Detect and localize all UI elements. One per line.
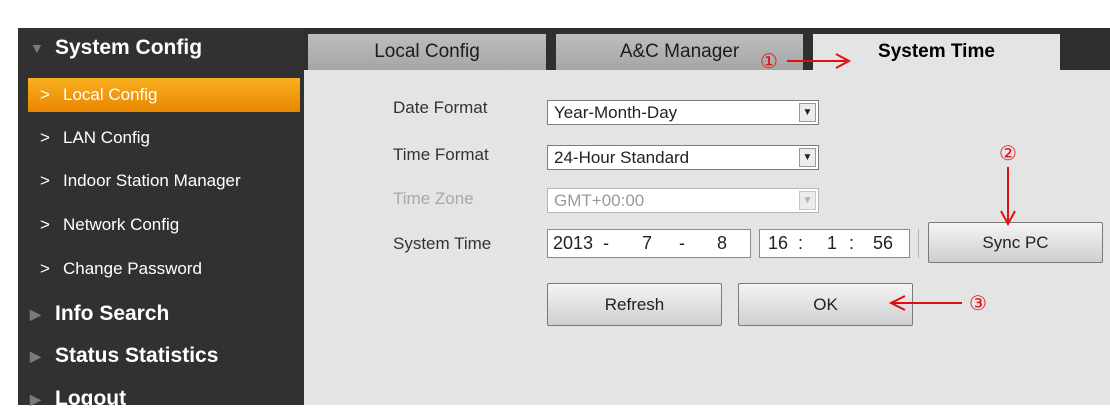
step3-marker: ③: [969, 291, 987, 315]
annotation-layer: ① ② ③: [760, 49, 1017, 315]
step1-marker: ①: [760, 49, 778, 73]
step2-marker: ②: [999, 141, 1017, 165]
